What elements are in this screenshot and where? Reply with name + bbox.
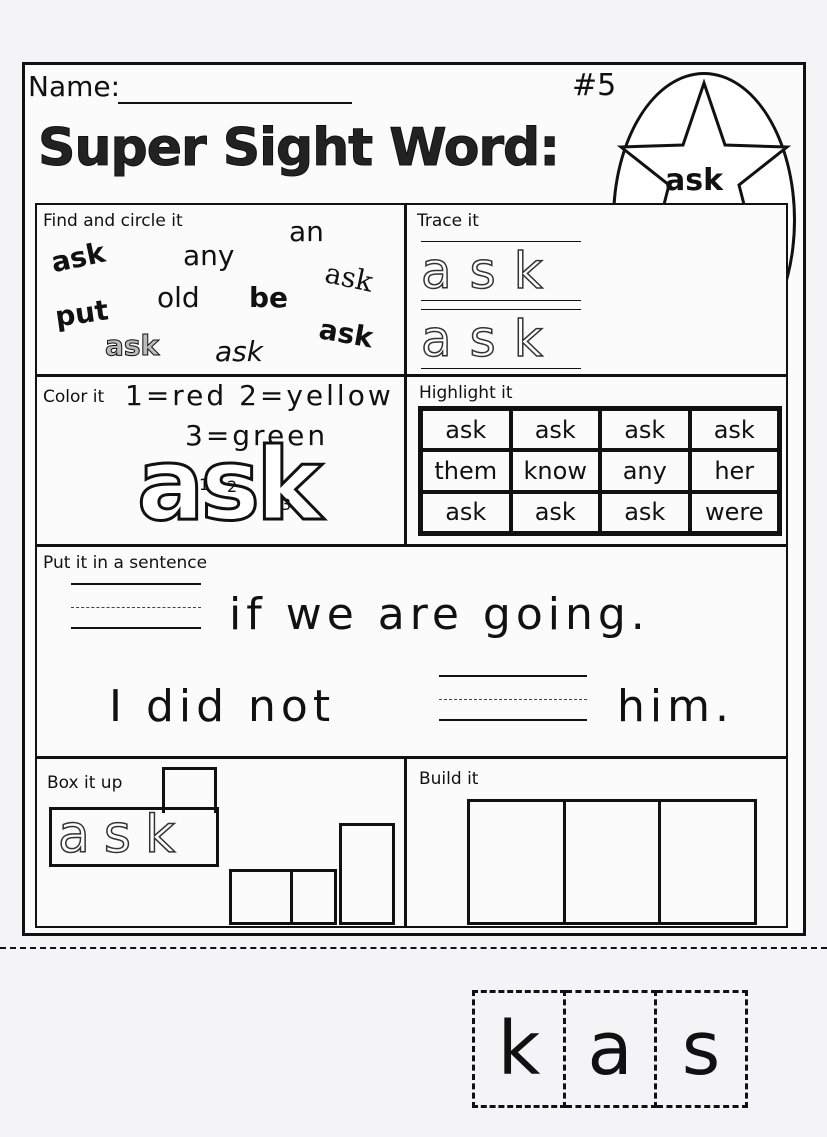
word[interactable]: be (249, 281, 288, 314)
color-number: 2 (227, 477, 238, 496)
name-label: Name: (28, 70, 121, 103)
sentence-1: if we are going. (229, 589, 650, 640)
cutout-letter[interactable]: s (657, 990, 748, 1108)
grid-cell[interactable]: any (600, 450, 690, 492)
sentence-2-end: him. (617, 681, 734, 732)
build-section: Build it (405, 757, 788, 928)
page-title: Super Sight Word: (37, 118, 560, 179)
grid-cell[interactable]: ask (689, 409, 779, 451)
empty-box[interactable] (229, 869, 293, 925)
worksheet-number: #5 (572, 68, 617, 103)
word[interactable]: ask (317, 313, 376, 355)
grid-cell[interactable]: ask (600, 409, 690, 451)
grid-cell[interactable]: know (510, 450, 600, 492)
name-line[interactable] (118, 102, 352, 104)
word[interactable]: ask (48, 236, 108, 280)
word[interactable]: ask (215, 335, 263, 368)
word[interactable]: ask (104, 329, 159, 363)
grid-cell[interactable]: ask (510, 409, 600, 451)
grid-cell[interactable]: were (689, 491, 779, 533)
cutout-letters: k a s (472, 990, 748, 1108)
word[interactable]: put (53, 293, 110, 333)
trace-section: Trace it ask ask (405, 203, 788, 376)
sentence-section: Put it in a sentence if we are going. I … (35, 545, 788, 758)
build-boxes (467, 799, 757, 925)
cutout-letter[interactable]: k (472, 990, 566, 1108)
color-number: 3 (281, 495, 292, 514)
grid-cell[interactable]: ask (421, 491, 511, 533)
sentence-blank-2[interactable] (439, 675, 587, 721)
trace-word-2[interactable]: ask (420, 309, 581, 369)
grid-cell[interactable]: ask (600, 491, 690, 533)
boxit-section: Box it up ask (35, 757, 406, 928)
grid-cell[interactable]: them (421, 450, 511, 492)
color-label: Color it (43, 387, 105, 407)
sentence-label: Put it in a sentence (43, 553, 208, 573)
highlight-grid: ask ask ask ask them know any her ask as… (418, 406, 782, 536)
build-box[interactable] (470, 802, 566, 922)
cut-line (0, 947, 827, 949)
highlight-label: Highlight it (419, 383, 513, 403)
trace-label: Trace it (417, 211, 479, 231)
word[interactable]: ask (322, 256, 376, 298)
find-section: Find and circle it ask any an ask put ol… (35, 203, 406, 376)
color-section: Color it 1=red 2=yellow 3=green ask 1 2 … (35, 375, 406, 546)
build-label: Build it (419, 769, 479, 789)
empty-box[interactable] (291, 869, 337, 925)
word[interactable]: any (183, 239, 234, 272)
tall-box (162, 767, 217, 813)
star-word: ask (665, 163, 724, 198)
empty-box[interactable] (339, 823, 395, 925)
boxit-word[interactable]: ask (49, 807, 219, 867)
sentence-2-start: I did not (109, 681, 336, 732)
sentence-blank-1[interactable] (71, 583, 201, 629)
grid-cell[interactable]: ask (421, 409, 511, 451)
grid-cell[interactable]: ask (510, 491, 600, 533)
word[interactable]: an (289, 215, 324, 248)
cutout-letter[interactable]: a (566, 990, 657, 1108)
color-number: 1 (199, 475, 210, 494)
grid-cell[interactable]: her (689, 450, 779, 492)
build-box[interactable] (566, 802, 662, 922)
build-box[interactable] (661, 802, 754, 922)
word[interactable]: old (157, 281, 200, 314)
find-label: Find and circle it (43, 211, 183, 231)
color-key-1: 1=red 2=yellow (125, 379, 394, 412)
boxit-label: Box it up (47, 773, 123, 793)
trace-word-1[interactable]: ask (420, 241, 581, 301)
